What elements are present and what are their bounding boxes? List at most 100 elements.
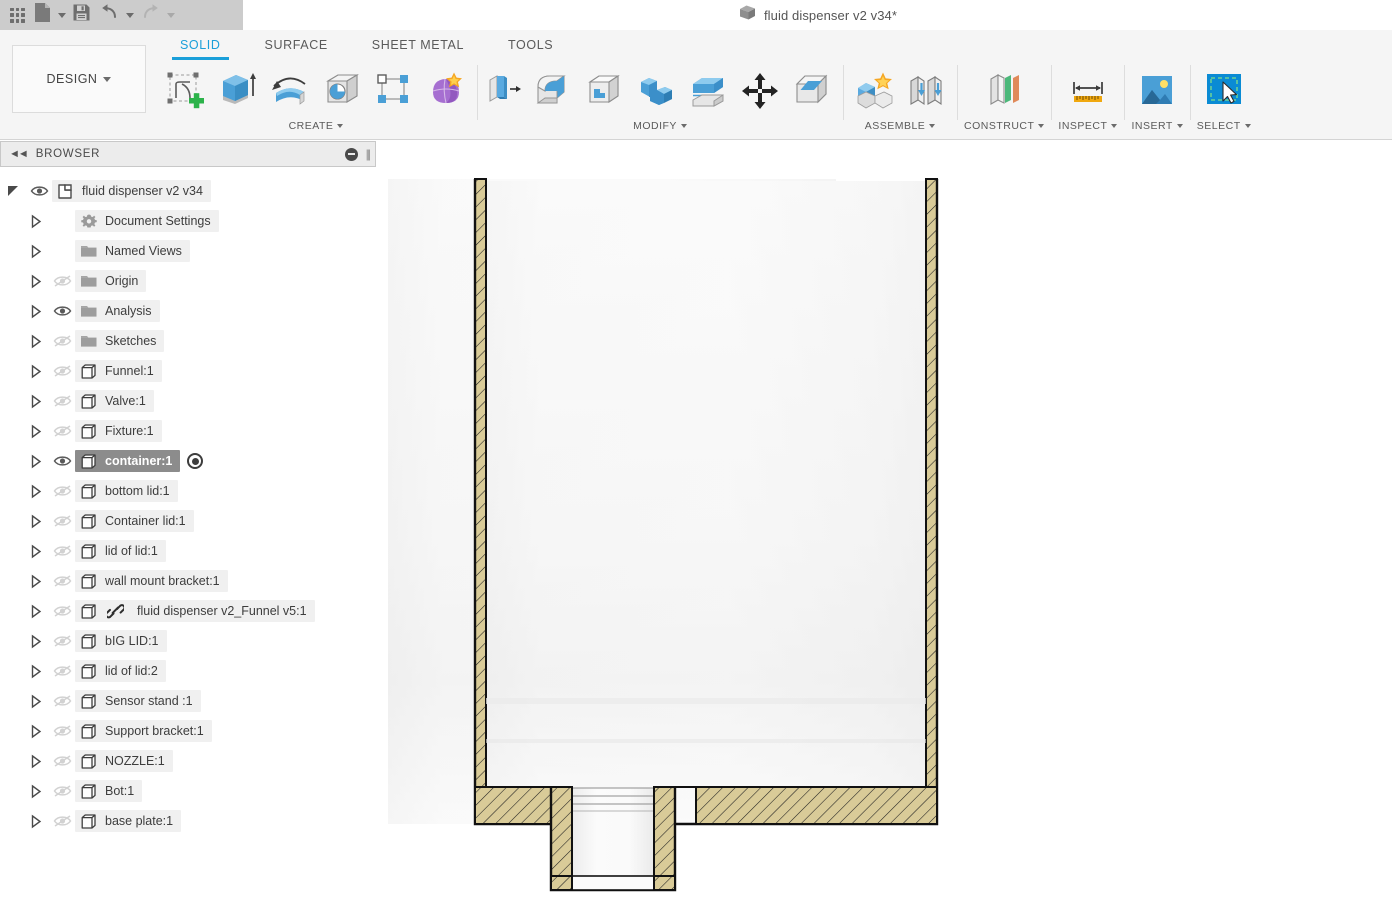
tree-row-named-views[interactable]: Named Views bbox=[0, 236, 376, 266]
eye-hidden-icon[interactable] bbox=[49, 364, 75, 378]
eye-hidden-icon[interactable] bbox=[49, 574, 75, 588]
tree-row-document-settings[interactable]: Document Settings bbox=[0, 206, 376, 236]
twisty-collapsed-icon[interactable] bbox=[23, 274, 49, 289]
eye-hidden-icon[interactable] bbox=[49, 784, 75, 798]
twisty-collapsed-icon[interactable] bbox=[23, 604, 49, 619]
tree-row-sketches[interactable]: Sketches bbox=[0, 326, 376, 356]
panel-label-insert[interactable]: INSERT bbox=[1131, 120, 1183, 132]
tree-row-lid-of-lid-1[interactable]: lid of lid:1 bbox=[0, 536, 376, 566]
tree-node[interactable]: Valve:1 bbox=[75, 390, 154, 412]
tree-row-lid-of-lid-2[interactable]: lid of lid:2 bbox=[0, 656, 376, 686]
tree-node[interactable]: bottom lid:1 bbox=[75, 480, 178, 502]
tree-node[interactable]: Document Settings bbox=[75, 210, 219, 232]
twisty-collapsed-icon[interactable] bbox=[23, 514, 49, 529]
tab-sheet-metal[interactable]: SHEET METAL bbox=[350, 36, 486, 58]
tree-row-analysis[interactable]: Analysis bbox=[0, 296, 376, 326]
tree-node[interactable]: fluid dispenser v2_Funnel v5:1 bbox=[75, 600, 315, 622]
tree-node[interactable]: Support bracket:1 bbox=[75, 720, 212, 742]
twisty-collapsed-icon[interactable] bbox=[23, 394, 49, 409]
twisty-collapsed-icon[interactable] bbox=[23, 484, 49, 499]
tree-row-origin[interactable]: Origin bbox=[0, 266, 376, 296]
file-menu-button[interactable] bbox=[29, 2, 56, 28]
create-sketch-tool[interactable] bbox=[162, 66, 210, 116]
tree-node[interactable]: Analysis bbox=[75, 300, 160, 322]
form-sculpt-tool[interactable] bbox=[422, 66, 470, 116]
press-pull-tool[interactable] bbox=[484, 66, 524, 116]
tree-row-root[interactable]: fluid dispenser v2 v34 bbox=[0, 176, 376, 206]
extrude-tool[interactable] bbox=[214, 66, 262, 116]
tree-row-wall-mount-bracket-1[interactable]: wall mount bracket:1 bbox=[0, 566, 376, 596]
eye-hidden-icon[interactable] bbox=[49, 754, 75, 768]
panel-label-modify[interactable]: MODIFY bbox=[633, 120, 687, 132]
tree-node[interactable]: lid of lid:1 bbox=[75, 540, 166, 562]
tree-row-sensor-stand-1[interactable]: Sensor stand :1 bbox=[0, 686, 376, 716]
combine-tool[interactable] bbox=[632, 66, 680, 116]
twisty-collapsed-icon[interactable] bbox=[23, 724, 49, 739]
eye-hidden-icon[interactable] bbox=[49, 604, 75, 618]
twisty-collapsed-icon[interactable] bbox=[23, 544, 49, 559]
joint-tool[interactable] bbox=[902, 66, 950, 116]
twisty-collapsed-icon[interactable] bbox=[23, 454, 49, 469]
redo-caret[interactable] bbox=[165, 12, 177, 18]
tree-row-funnel-1[interactable]: Funnel:1 bbox=[0, 356, 376, 386]
twisty-collapsed-icon[interactable] bbox=[23, 214, 49, 229]
eye-visible-icon[interactable] bbox=[26, 184, 52, 198]
tree-row-fixture-1[interactable]: Fixture:1 bbox=[0, 416, 376, 446]
app-grid-button[interactable] bbox=[6, 2, 29, 28]
twisty-collapsed-icon[interactable] bbox=[23, 694, 49, 709]
tree-node[interactable]: Sketches bbox=[75, 330, 165, 352]
tree-node[interactable]: NOZZLE:1 bbox=[75, 750, 173, 772]
fillet-tool[interactable] bbox=[528, 66, 576, 116]
move-copy-tool[interactable] bbox=[736, 66, 784, 116]
twisty-collapsed-icon[interactable] bbox=[23, 814, 49, 829]
undo-caret[interactable] bbox=[124, 12, 136, 18]
tree-row-base-plate-1[interactable]: base plate:1 bbox=[0, 806, 376, 836]
eye-hidden-icon[interactable] bbox=[49, 544, 75, 558]
undo-button[interactable] bbox=[95, 2, 124, 28]
eye-hidden-icon[interactable] bbox=[49, 634, 75, 648]
tree-node[interactable]: Origin bbox=[75, 270, 147, 292]
insert-mcmaster-tool[interactable] bbox=[1133, 66, 1181, 116]
offset-plane-tool[interactable] bbox=[980, 66, 1028, 116]
tree-node[interactable]: Sensor stand :1 bbox=[75, 690, 201, 712]
double-left-arrow-icon[interactable]: ◄◄ bbox=[9, 148, 29, 160]
tree-node[interactable]: Funnel:1 bbox=[75, 360, 162, 382]
activated-component-indicator[interactable] bbox=[187, 453, 204, 469]
twisty-expanded-icon[interactable] bbox=[0, 184, 26, 199]
tree-node[interactable]: bIG LID:1 bbox=[75, 630, 167, 652]
eye-hidden-icon[interactable] bbox=[49, 274, 75, 288]
twisty-collapsed-icon[interactable] bbox=[23, 304, 49, 319]
offset-face-tool[interactable] bbox=[684, 66, 732, 116]
tree-row-bot-1[interactable]: Bot:1 bbox=[0, 776, 376, 806]
tree-row-big-lid-1[interactable]: bIG LID:1 bbox=[0, 626, 376, 656]
tree-node[interactable]: fluid dispenser v2 v34 bbox=[52, 180, 211, 202]
hole-tool[interactable] bbox=[318, 66, 366, 116]
twisty-collapsed-icon[interactable] bbox=[23, 754, 49, 769]
tree-node[interactable]: base plate:1 bbox=[75, 810, 182, 832]
eye-hidden-icon[interactable] bbox=[49, 664, 75, 678]
redo-button[interactable] bbox=[136, 2, 165, 28]
twisty-collapsed-icon[interactable] bbox=[23, 364, 49, 379]
panel-label-create[interactable]: CREATE bbox=[289, 120, 344, 132]
twisty-collapsed-icon[interactable] bbox=[23, 244, 49, 259]
canvas-viewport[interactable] bbox=[376, 141, 1392, 920]
workspace-selector[interactable]: DESIGN bbox=[12, 45, 146, 113]
eye-hidden-icon[interactable] bbox=[49, 694, 75, 708]
tab-surface[interactable]: SURFACE bbox=[243, 36, 350, 58]
eye-hidden-icon[interactable] bbox=[49, 514, 75, 528]
save-button[interactable] bbox=[68, 2, 95, 28]
eye-hidden-icon[interactable] bbox=[49, 484, 75, 498]
pattern-tool[interactable] bbox=[370, 66, 418, 116]
tree-node[interactable]: container:1 bbox=[75, 450, 181, 472]
measure-tool[interactable] bbox=[1064, 66, 1112, 116]
eye-hidden-icon[interactable] bbox=[49, 334, 75, 348]
eye-visible-icon[interactable] bbox=[49, 304, 75, 318]
split-face-tool[interactable] bbox=[788, 66, 836, 116]
tree-row-support-bracket-1[interactable]: Support bracket:1 bbox=[0, 716, 376, 746]
twisty-collapsed-icon[interactable] bbox=[23, 664, 49, 679]
panel-label-assemble[interactable]: ASSEMBLE bbox=[865, 120, 936, 132]
tree-row-valve-1[interactable]: Valve:1 bbox=[0, 386, 376, 416]
select-tool[interactable] bbox=[1200, 66, 1248, 116]
twisty-collapsed-icon[interactable] bbox=[23, 634, 49, 649]
tree-row-nozzle-1[interactable]: NOZZLE:1 bbox=[0, 746, 376, 776]
